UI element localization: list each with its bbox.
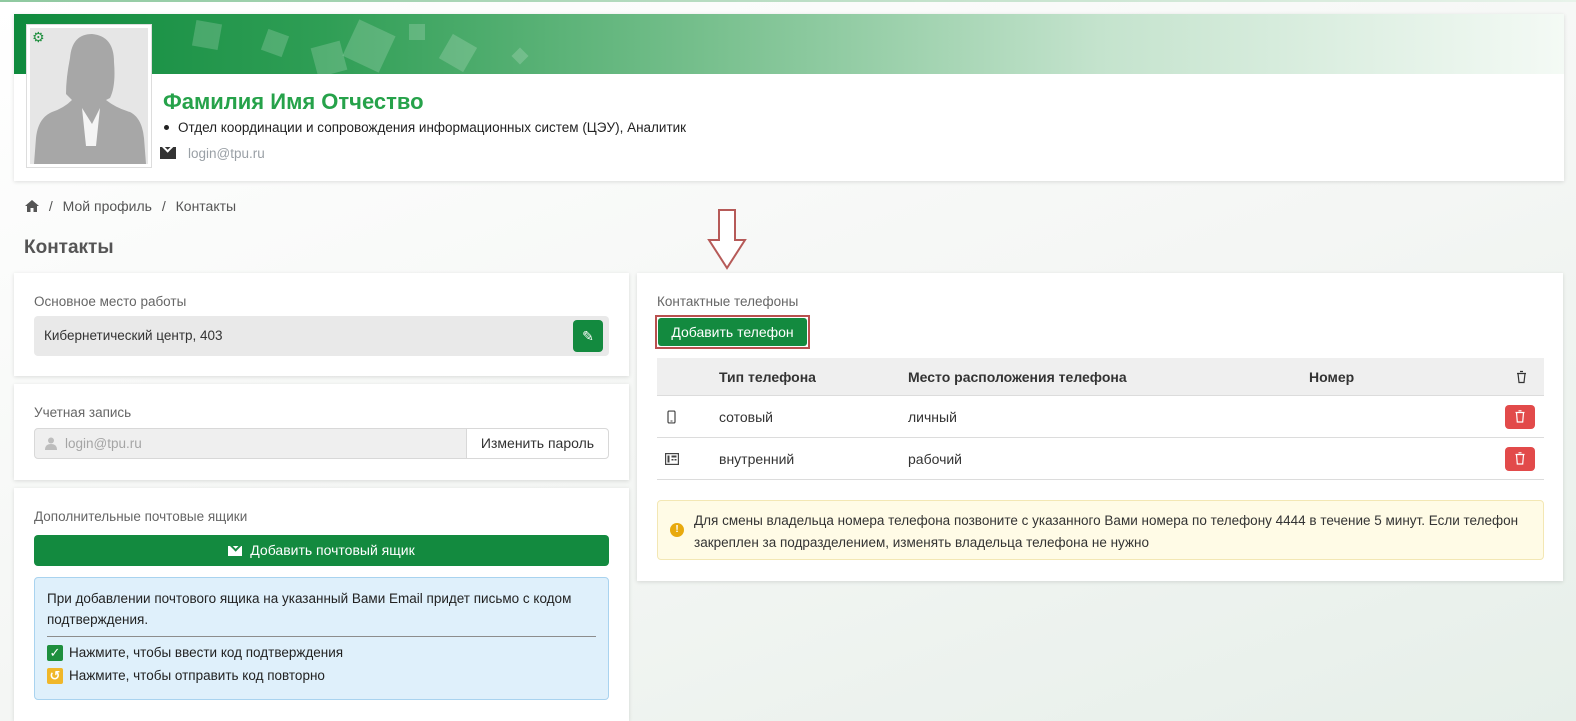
enter-code-label: Нажмите, чтобы ввести код подтверждения xyxy=(69,645,344,660)
enter-code-link[interactable]: ✓ Нажмите, чтобы ввести код подтверждени… xyxy=(47,641,596,664)
workplace-title: Основное место работы xyxy=(34,294,187,309)
profile-email-row: login@tpu.ru xyxy=(160,146,265,161)
mailbox-info-box: При добавлении почтового ящика на указан… xyxy=(34,577,609,700)
profile-department: Отдел координации и сопровождения информ… xyxy=(162,120,686,135)
desk-phone-icon xyxy=(665,452,679,465)
account-title: Учетная запись xyxy=(34,405,132,420)
add-phone-button[interactable]: Добавить телефон xyxy=(658,318,807,346)
bullet-icon xyxy=(164,124,169,130)
profile-full-name: Фамилия Имя Отчество xyxy=(163,89,424,114)
breadcrumb-contacts: Контакты xyxy=(175,198,237,214)
login-field: login@tpu.ru xyxy=(34,428,467,459)
column-phone-number: Номер xyxy=(1309,368,1355,385)
column-phone-location: Место расположения телефона xyxy=(908,368,1127,385)
phone-owner-notice-text: Для смены владельца номера телефона позв… xyxy=(694,513,1519,550)
warning-icon: ! xyxy=(670,523,684,537)
home-icon[interactable] xyxy=(25,198,43,214)
phones-panel: Контактные телефоны Добавить телефон Тип… xyxy=(637,273,1563,581)
column-phone-type: Тип телефона xyxy=(719,368,816,385)
avatar[interactable]: ⚙ xyxy=(26,24,152,168)
divider xyxy=(47,636,596,637)
phone-location: личный xyxy=(908,408,957,425)
profile-banner xyxy=(14,14,1564,78)
resend-icon: ↺ xyxy=(47,667,63,684)
resend-code-label: Нажмите, чтобы отправить код повторно xyxy=(69,668,325,683)
top-accent-line xyxy=(0,0,1576,2)
trash-icon[interactable] xyxy=(1516,370,1527,383)
mailboxes-panel: Дополнительные почтовые ящики Добавить п… xyxy=(14,488,629,721)
table-header: Тип телефона Место расположения телефона… xyxy=(657,358,1544,396)
add-phone-highlight: Добавить телефон xyxy=(655,315,810,349)
phone-type: сотовый xyxy=(719,408,773,425)
phone-owner-notice: ! Для смены владельца номера телефона по… xyxy=(657,500,1544,560)
pencil-icon: ✎ xyxy=(582,328,594,344)
resend-code-link[interactable]: ↺ Нажмите, чтобы отправить код повторно xyxy=(47,664,596,687)
user-icon xyxy=(45,437,57,450)
add-mailbox-button[interactable]: Добавить почтовый ящик xyxy=(34,535,609,566)
workplace-value: Кибернетический центр, 403 xyxy=(44,328,223,343)
envelope-icon xyxy=(160,147,176,159)
delete-phone-button[interactable] xyxy=(1505,404,1535,429)
gear-icon[interactable]: ⚙ xyxy=(32,30,45,44)
phones-table: Тип телефона Место расположения телефона… xyxy=(657,358,1544,480)
breadcrumb-my-profile[interactable]: Мой профиль xyxy=(63,198,152,214)
workplace-field: Кибернетический центр, 403 ✎ xyxy=(34,316,609,356)
profile-email[interactable]: login@tpu.ru xyxy=(188,146,265,161)
breadcrumb-separator: / xyxy=(161,198,166,214)
account-panel: Учетная запись login@tpu.ru Изменить пар… xyxy=(14,384,629,480)
mailboxes-title: Дополнительные почтовые ящики xyxy=(34,509,248,524)
profile-header: ⚙ Фамилия Имя Отчество Отдел координации… xyxy=(14,14,1564,181)
delete-phone-button[interactable] xyxy=(1505,446,1535,471)
breadcrumb: / Мой профиль / Контакты xyxy=(25,198,242,214)
avatar-silhouette-icon xyxy=(30,28,148,164)
down-arrow-icon xyxy=(707,209,747,270)
page-title: Контакты xyxy=(24,237,114,258)
envelope-icon xyxy=(228,546,243,556)
mailbox-info-text: При добавлении почтового ящика на указан… xyxy=(47,591,572,627)
trash-icon xyxy=(1515,451,1525,465)
phone-type: внутренний xyxy=(719,450,795,467)
table-row[interactable]: внутренний рабочий xyxy=(657,438,1544,480)
workplace-panel: Основное место работы Кибернетический це… xyxy=(14,273,629,376)
mobile-phone-icon xyxy=(667,410,676,423)
table-row[interactable]: сотовый личный xyxy=(657,396,1544,438)
edit-workplace-button[interactable]: ✎ xyxy=(573,320,603,352)
breadcrumb-separator: / xyxy=(48,198,53,214)
phones-title: Контактные телефоны xyxy=(657,294,799,309)
login-value: login@tpu.ru xyxy=(65,436,142,451)
phone-location: рабочий xyxy=(908,450,963,467)
trash-icon xyxy=(1515,409,1525,423)
check-square-icon: ✓ xyxy=(47,644,63,661)
add-mailbox-label: Добавить почтовый ящик xyxy=(250,542,415,558)
change-password-button[interactable]: Изменить пароль xyxy=(466,428,609,459)
